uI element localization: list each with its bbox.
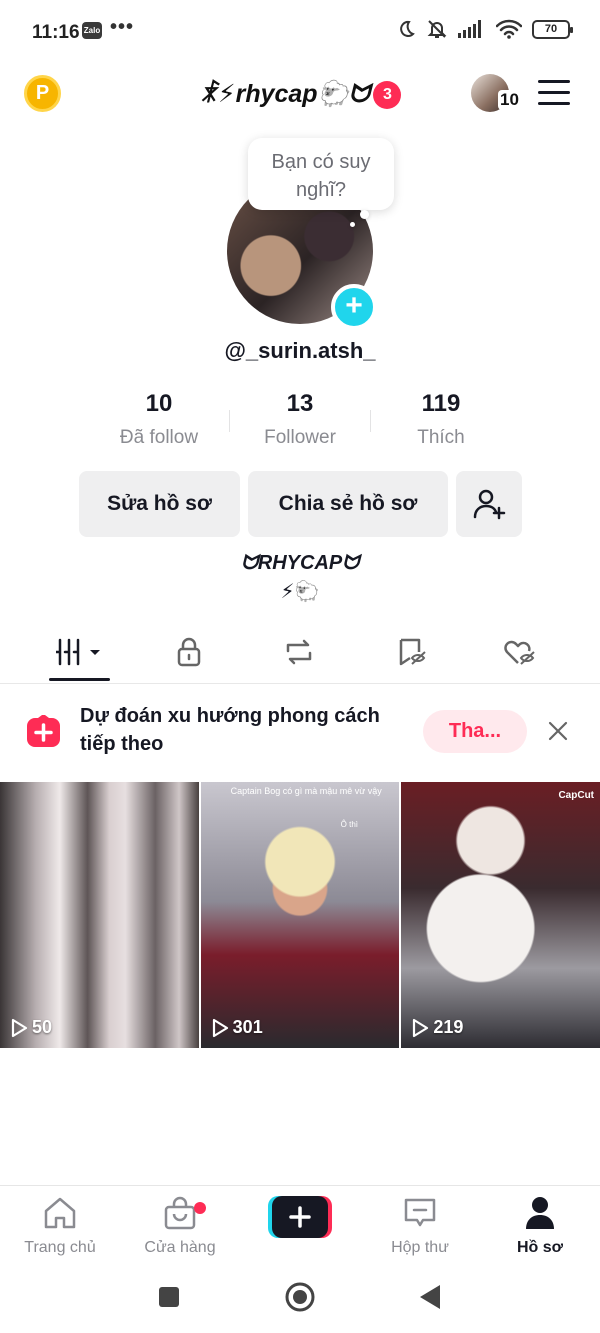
tab-favorites[interactable] [382,632,442,672]
tab-videos[interactable] [50,632,110,672]
stat-followers[interactable]: 13 Follower [230,390,370,449]
signal-icon [458,20,481,38]
nav-home[interactable]: Trang chủ [5,1196,115,1257]
stat-likes[interactable]: 119 Thích [371,390,511,449]
recents-icon[interactable] [158,1286,180,1308]
shopping-bag-icon [164,1196,196,1230]
home-icon [44,1197,76,1229]
inbox-icon [404,1198,436,1227]
bio-line-1: ᗢRHYCAPᗢ [241,552,359,574]
status-bar: 11:16 Zalo ••• 70 [0,0,600,64]
video-thumbnail[interactable]: 50 [0,782,199,1048]
friends-count: 10 [498,90,521,110]
play-icon [11,1018,28,1037]
add-friend-button[interactable] [456,471,522,537]
nav-profile[interactable]: Hồ sơ [485,1196,595,1257]
status-icons: 70 [396,18,573,40]
video-grid-icon [56,638,100,666]
promo-banner[interactable]: Dự đoán xu hướng phong cách tiếp theo Th… [0,684,600,780]
capcut-watermark: CapCut [558,790,595,801]
nav-shop[interactable]: Cửa hàng [125,1196,235,1257]
suggestion-plus-icon [27,715,60,747]
video-thumbnail[interactable]: Captain Bog có gì mà mậu mê vừ vậy Ô thì… [200,782,400,1048]
bio-line-2: ⚡🐑 [280,581,320,603]
view-count: 50 [10,1017,52,1038]
username[interactable]: @_surin.atsh_ [0,338,600,364]
thought-bubble[interactable]: Bạn có suy nghĩ? [248,138,394,210]
tab-reposts[interactable] [269,632,329,672]
create-video-button[interactable] [268,1196,332,1238]
tab-liked[interactable] [490,632,550,672]
view-count: 301 [211,1017,263,1038]
add-user-icon [473,489,506,520]
more-notifications-icon: ••• [110,16,135,38]
system-navigation-bar [0,1265,600,1333]
nav-home-label: Trang chủ [24,1239,96,1256]
wifi-icon [496,19,522,39]
tab-private[interactable] [159,632,219,672]
profile-stats: 10 Đã follow 13 Follower 119 Thích [89,390,511,449]
notification-badge: 3 [373,81,402,109]
profile-header: P ꍡ⚡rhycap🐑ᗢ 3 10 [0,64,600,124]
promo-text: Dự đoán xu hướng phong cách tiếp theo [80,705,380,755]
stat-following-value: 10 [145,390,173,417]
view-count-value: 219 [433,1017,464,1037]
view-count-value: 50 [32,1017,53,1037]
repost-icon [286,639,312,665]
zalo-notification-icon: Zalo [82,22,102,39]
edit-profile-button[interactable]: Sửa hồ sơ [79,471,240,537]
share-profile-button[interactable]: Chia sẻ hồ sơ [248,471,448,537]
profile-actions: Sửa hồ sơ Chia sẻ hồ sơ [79,471,522,537]
play-icon [413,1018,429,1037]
hamburger-menu-icon[interactable] [538,80,570,106]
home-button-icon[interactable] [284,1281,316,1313]
nav-shop-label: Cửa hàng [144,1239,216,1256]
stat-following[interactable]: 10 Đã follow [89,390,229,449]
profile-title[interactable]: ꍡ⚡rhycap🐑ᗢ [199,80,370,108]
stat-followers-value: 13 [286,390,314,417]
view-count-value: 301 [232,1017,263,1037]
active-tab-indicator [49,678,110,681]
bubble-tail [360,210,369,219]
video-caption: Captain Bog có gì mà mậu mê vừ vậy [230,786,382,796]
battery-indicator: 70 [532,19,573,39]
add-avatar-plus-icon[interactable]: + [331,284,377,330]
stat-likes-value: 119 [421,390,461,417]
stat-following-label: Đã follow [119,427,199,448]
bookmark-hidden-icon [399,638,426,666]
video-grid: 50 Captain Bog có gì mà mậu mê vừ vậy Ô … [0,782,600,1048]
profile-tabs [0,622,600,684]
heart-hidden-icon [504,640,535,665]
shop-badge-dot [194,1202,206,1214]
profile-person-icon [526,1197,554,1229]
lock-icon [177,637,201,667]
bottom-navigation: Trang chủ Cửa hàng Hộp thư Hồ sơ [0,1185,600,1265]
back-icon[interactable] [418,1284,442,1310]
nav-profile-label: Hồ sơ [516,1239,564,1256]
promo-join-button[interactable]: Tha... [423,710,527,753]
bubble-tail-small [350,222,355,227]
play-icon [212,1018,228,1037]
stat-likes-label: Thích [417,427,465,448]
stat-followers-label: Follower [264,427,336,448]
video-thumbnail[interactable]: CapCut 219 [401,782,600,1048]
status-time: 11:16 [32,22,80,43]
nav-inbox-label: Hộp thư [391,1239,449,1256]
view-count: 219 [411,1017,463,1038]
nav-inbox[interactable]: Hộp thư [365,1196,475,1257]
bell-off-icon [427,20,447,38]
close-icon[interactable] [545,718,571,744]
video-tag: Ô thì [340,820,359,829]
moon-icon [400,20,415,37]
